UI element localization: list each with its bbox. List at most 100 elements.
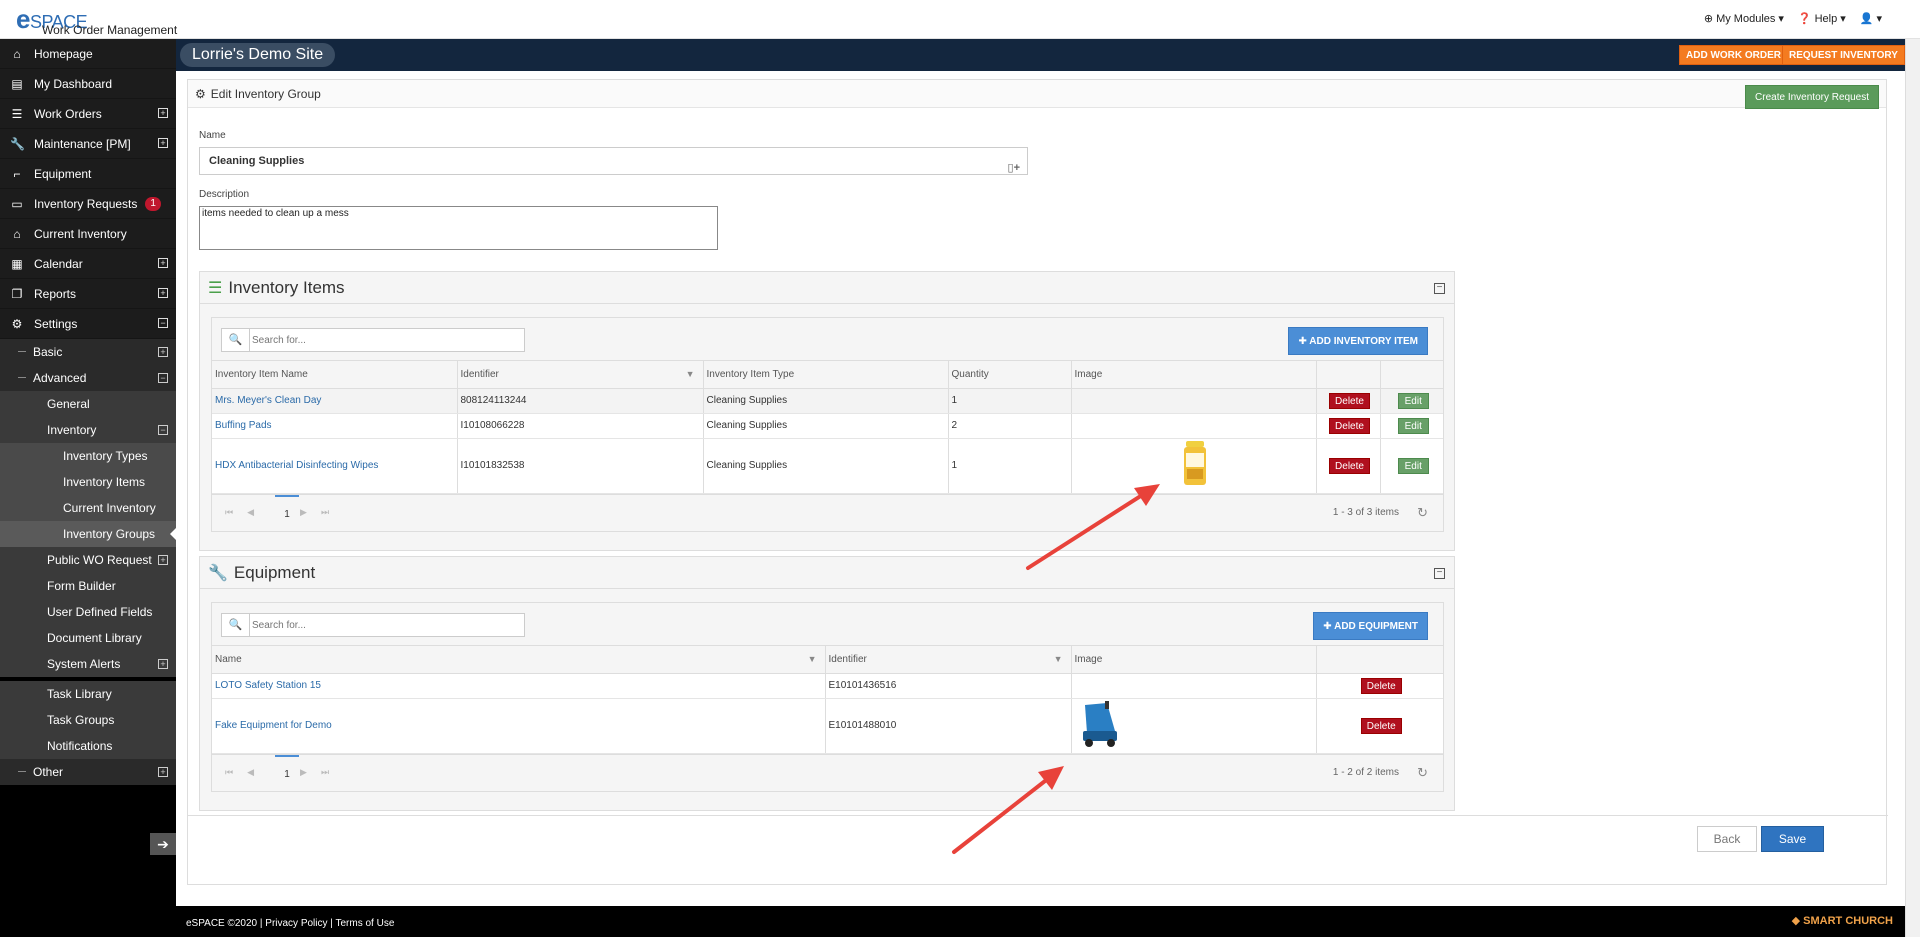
sidebar-item-settings[interactable]: ⚙ Settings − xyxy=(0,309,176,339)
sidebar-item-document-library[interactable]: Document Library xyxy=(0,625,176,651)
col-header[interactable]: Quantity xyxy=(948,361,1072,389)
sidebar-item-notifications[interactable]: Notifications xyxy=(0,733,176,759)
item-link[interactable]: Mrs. Meyer's Clean Day xyxy=(215,395,321,406)
description-textarea[interactable]: items needed to clean up a mess xyxy=(199,206,718,250)
sidebar-item-my-dashboard[interactable]: ▤ My Dashboard xyxy=(0,69,176,99)
item-link[interactable]: HDX Antibacterial Disinfecting Wipes xyxy=(215,460,378,471)
delete-button[interactable]: Delete xyxy=(1329,417,1370,434)
back-button[interactable]: Back xyxy=(1697,826,1757,852)
equipment-link[interactable]: Fake Equipment for Demo xyxy=(215,720,332,731)
equipment-search-input[interactable] xyxy=(252,616,520,634)
sidebar-item-reports[interactable]: ❐ Reports + xyxy=(0,279,176,309)
sidebar-item-other[interactable]: Other + xyxy=(0,759,176,785)
sidebar-item-form-builder[interactable]: Form Builder xyxy=(0,573,176,599)
expand-icon[interactable]: + xyxy=(158,138,168,148)
collapse-sidebar-button[interactable]: ➔ xyxy=(150,833,176,855)
inventory-search[interactable]: 🔍 xyxy=(221,328,525,352)
col-header[interactable]: Identifier ▼ xyxy=(457,361,704,389)
item-link[interactable]: Buffing Pads xyxy=(215,420,272,431)
sidebar-item-task-groups[interactable]: Task Groups xyxy=(0,707,176,733)
expand-icon[interactable]: + xyxy=(158,347,168,357)
sidebar-item-equipment[interactable]: ⌐ Equipment xyxy=(0,159,176,189)
next-page-icon[interactable]: ▶ xyxy=(300,767,307,778)
collapse-section-icon[interactable]: − xyxy=(1434,568,1445,579)
sidebar-item-basic[interactable]: Basic + xyxy=(0,339,176,365)
sidebar-item-inventory-groups[interactable]: Inventory Groups xyxy=(0,521,176,547)
translate-add-icon[interactable]: ▯+ xyxy=(1008,155,1020,181)
inventory-search-input[interactable] xyxy=(252,331,520,349)
last-page-icon[interactable]: ⏭ xyxy=(321,507,329,518)
sidebar-item-advanced[interactable]: Advanced − xyxy=(0,365,176,391)
table-row[interactable]: LOTO Safety Station 15 E10101436516 Dele… xyxy=(212,673,1443,699)
add-equipment-button[interactable]: ✚ ADD EQUIPMENT xyxy=(1313,612,1428,640)
prev-page-icon[interactable]: ◀ xyxy=(247,507,254,518)
name-input[interactable]: Cleaning Supplies ▯+ xyxy=(199,147,1028,175)
col-header[interactable]: Inventory Item Type xyxy=(703,361,949,389)
page-scrollbar[interactable] xyxy=(1905,39,1920,937)
wipes-canister-image[interactable] xyxy=(1183,441,1207,487)
prev-page-icon[interactable]: ◀ xyxy=(247,767,254,778)
equipment-link[interactable]: LOTO Safety Station 15 xyxy=(215,680,321,691)
table-row[interactable]: Fake Equipment for Demo E10101488010 Del… xyxy=(212,698,1443,754)
filter-icon[interactable]: ▼ xyxy=(808,654,817,664)
col-header[interactable]: Image xyxy=(1071,646,1317,674)
sidebar-item-general[interactable]: General xyxy=(0,391,176,417)
refresh-icon[interactable]: ↻ xyxy=(1417,765,1428,781)
edit-button[interactable]: Edit xyxy=(1397,392,1429,409)
user-menu[interactable]: 👤 ▾ xyxy=(1860,12,1882,25)
sidebar-item-inventory-types[interactable]: Inventory Types xyxy=(0,443,176,469)
next-page-icon[interactable]: ▶ xyxy=(300,507,307,518)
equipment-search[interactable]: 🔍 xyxy=(221,613,525,637)
site-name-badge[interactable]: Lorrie's Demo Site xyxy=(180,43,336,67)
edit-button[interactable]: Edit xyxy=(1397,417,1429,434)
sidebar-item-user-defined-fields[interactable]: User Defined Fields xyxy=(0,599,176,625)
edit-button[interactable]: Edit xyxy=(1397,457,1429,474)
expand-icon[interactable]: + xyxy=(158,767,168,777)
col-header[interactable]: Inventory Item Name xyxy=(212,361,458,389)
sidebar-item-task-library[interactable]: Task Library xyxy=(0,681,176,707)
expand-icon[interactable]: + xyxy=(158,258,168,268)
request-inventory-button[interactable]: REQUEST INVENTORY xyxy=(1782,45,1905,65)
app-logo[interactable]: eSPACE Work Order Management xyxy=(16,4,177,37)
sidebar-item-public-wo-request[interactable]: Public WO Request + xyxy=(0,547,176,573)
expand-icon[interactable]: + xyxy=(158,555,168,565)
sidebar-item-inventory[interactable]: Inventory − xyxy=(0,417,176,443)
sidebar-item-inventory-requests[interactable]: ▭ Inventory Requests 1 xyxy=(0,189,176,219)
delete-button[interactable]: Delete xyxy=(1360,717,1402,734)
first-page-icon[interactable]: ⏮ xyxy=(225,507,233,518)
sidebar-item-work-orders[interactable]: ☰ Work Orders + xyxy=(0,99,176,129)
table-row[interactable]: Mrs. Meyer's Clean Day 808124113244 Clea… xyxy=(212,388,1443,414)
create-inventory-request-button[interactable]: Create Inventory Request xyxy=(1745,85,1879,109)
delete-button[interactable]: Delete xyxy=(1329,457,1370,474)
expand-icon[interactable]: + xyxy=(158,288,168,298)
table-row[interactable]: Buffing Pads I10108066228 Cleaning Suppl… xyxy=(212,413,1443,439)
sidebar-item-current-inventory[interactable]: ⌂ Current Inventory xyxy=(0,219,176,249)
col-header[interactable]: Identifier ▼ xyxy=(825,646,1072,674)
filter-icon[interactable]: ▼ xyxy=(1054,654,1063,664)
col-header[interactable]: Name ▼ xyxy=(212,646,826,674)
sidebar-item-current-inventory-setting[interactable]: Current Inventory xyxy=(0,495,176,521)
add-work-order-button[interactable]: ADD WORK ORDER xyxy=(1679,45,1788,65)
collapse-section-icon[interactable]: − xyxy=(1434,283,1445,294)
table-row[interactable]: HDX Antibacterial Disinfecting Wipes I10… xyxy=(212,438,1443,494)
first-page-icon[interactable]: ⏮ xyxy=(225,767,233,778)
sidebar-item-homepage[interactable]: ⌂ Homepage xyxy=(0,39,176,69)
expand-icon[interactable]: + xyxy=(158,659,168,669)
collapse-icon[interactable]: − xyxy=(158,318,168,328)
delete-button[interactable]: Delete xyxy=(1360,677,1402,694)
sidebar-item-calendar[interactable]: ▦ Calendar + xyxy=(0,249,176,279)
expand-icon[interactable]: + xyxy=(158,108,168,118)
sidebar-item-maintenance-pm[interactable]: 🔧 Maintenance [PM] + xyxy=(0,129,176,159)
filter-icon[interactable]: ▼ xyxy=(686,369,695,379)
current-page[interactable]: 1 xyxy=(275,494,299,531)
delete-button[interactable]: Delete xyxy=(1329,392,1370,409)
collapse-icon[interactable]: − xyxy=(158,425,168,435)
col-header[interactable]: Image xyxy=(1071,361,1317,389)
my-modules-menu[interactable]: ⊕ My Modules ▾ xyxy=(1704,12,1784,26)
current-page[interactable]: 1 xyxy=(275,754,299,791)
floor-scrubber-image[interactable] xyxy=(1077,701,1121,747)
sidebar-item-inventory-items[interactable]: Inventory Items xyxy=(0,469,176,495)
save-button[interactable]: Save xyxy=(1761,826,1824,852)
collapse-icon[interactable]: − xyxy=(158,373,168,383)
refresh-icon[interactable]: ↻ xyxy=(1417,505,1428,521)
